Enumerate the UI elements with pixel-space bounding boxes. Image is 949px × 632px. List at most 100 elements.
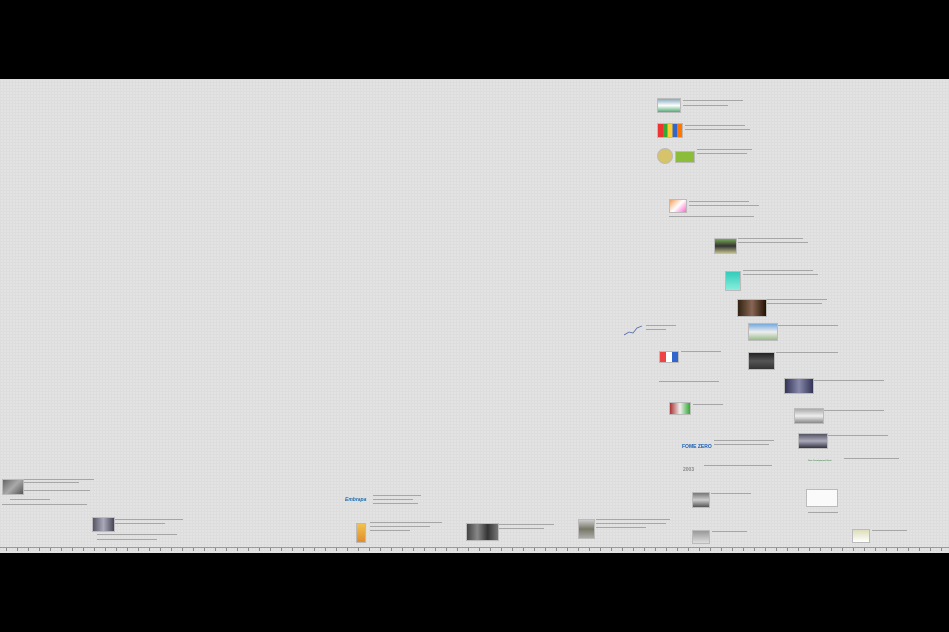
timeline-tick [688, 548, 689, 551]
timeline-tick [908, 548, 909, 551]
event-photo[interactable] [692, 530, 710, 544]
event-card[interactable] [657, 143, 757, 173]
event-card[interactable] [92, 512, 187, 546]
event-card[interactable]: New Development Bank [806, 452, 901, 477]
timeline-tick [644, 548, 645, 551]
event-card[interactable] [624, 319, 679, 341]
timeline-tick [215, 548, 216, 551]
event-photo[interactable] [669, 199, 687, 213]
event-photo[interactable] [2, 479, 24, 495]
event-card[interactable] [737, 294, 832, 319]
timeline-tick [501, 548, 502, 551]
timeline-tick [611, 548, 612, 551]
event-card[interactable] [852, 524, 912, 546]
timeline-tick [864, 548, 865, 551]
timeline-tick [226, 548, 227, 551]
timeline-tick [831, 548, 832, 551]
event-photo[interactable] [657, 98, 681, 113]
event-photo[interactable] [659, 351, 679, 363]
event-photo[interactable] [852, 529, 870, 543]
timeline-tick [655, 548, 656, 551]
timeline-tick [754, 548, 755, 551]
timeline-tick [149, 548, 150, 551]
event-photo[interactable] [784, 378, 814, 394]
event-photo[interactable] [669, 402, 691, 415]
event-card[interactable] [578, 514, 672, 547]
timeline-tick [633, 548, 634, 551]
timeline-tick [237, 548, 238, 551]
event-card[interactable] [748, 319, 843, 344]
timeline-tick [391, 548, 392, 551]
timeline-tick [875, 548, 876, 551]
timeline-tick [490, 548, 491, 551]
letterbox-top [0, 0, 949, 79]
event-photo[interactable] [798, 433, 828, 449]
timeline-tick [303, 548, 304, 551]
timeline-tick [699, 548, 700, 551]
timeline-tick [17, 548, 18, 551]
event-card[interactable] [784, 374, 894, 399]
event-photo[interactable] [748, 323, 778, 341]
timeline-tick [105, 548, 106, 551]
event-photo[interactable] [578, 519, 595, 539]
timeline-tick [259, 548, 260, 551]
timeline-canvas[interactable]: Embrapa FOME ZERO 2003 New Development B… [0, 79, 949, 553]
event-photo[interactable] [692, 492, 710, 508]
brics-logo[interactable] [657, 123, 683, 138]
timeline-tick [138, 548, 139, 551]
event-photo[interactable] [92, 517, 115, 532]
timeline-tick [677, 548, 678, 551]
timeline-tick [193, 548, 194, 551]
timeline-tick [369, 548, 370, 551]
event-card[interactable] [466, 519, 558, 547]
event-photo[interactable] [356, 523, 366, 543]
timeline-tick [479, 548, 480, 551]
event-card[interactable] [725, 264, 820, 294]
timeline-tick [358, 548, 359, 551]
timeline-tick [248, 548, 249, 551]
event-card[interactable] [657, 93, 752, 113]
event-card[interactable] [692, 487, 757, 512]
timeline-tick [545, 548, 546, 551]
event-photo[interactable] [748, 352, 775, 370]
timeline-tick [897, 548, 898, 551]
timeline-tick [281, 548, 282, 551]
letterbox-bottom [0, 553, 949, 632]
event-photo[interactable] [466, 523, 499, 541]
timeline-tick [204, 548, 205, 551]
year-2003-logo: 2003 [683, 467, 695, 473]
timeline-tick [61, 548, 62, 551]
timeline-tick [171, 548, 172, 551]
timeline-tick [787, 548, 788, 551]
timeline-tick [666, 548, 667, 551]
event-card[interactable] [657, 119, 752, 139]
event-photo[interactable] [794, 408, 824, 424]
event-card[interactable] [748, 347, 843, 372]
timeline-tick [721, 548, 722, 551]
event-card[interactable] [352, 519, 444, 547]
event-card[interactable] [806, 484, 886, 524]
event-card[interactable] [692, 525, 752, 547]
timeline-tick [556, 548, 557, 551]
event-photo[interactable] [714, 238, 737, 254]
timeline-tick [842, 548, 843, 551]
timeline-tick [28, 548, 29, 551]
au-emblem[interactable] [657, 148, 673, 164]
event-photo[interactable] [737, 299, 767, 317]
timeline-tick [820, 548, 821, 551]
event-card[interactable] [657, 345, 737, 395]
event-card[interactable] [714, 233, 809, 259]
event-card[interactable] [669, 397, 749, 417]
event-card[interactable] [798, 429, 898, 449]
timeline-tick [853, 548, 854, 551]
event-card[interactable] [2, 473, 97, 513]
timeline-tick [160, 548, 161, 551]
event-card[interactable] [794, 404, 894, 424]
event-card[interactable] [667, 194, 762, 228]
event-photo[interactable] [806, 489, 838, 507]
event-photo[interactable] [725, 271, 741, 291]
timeline-tick [325, 548, 326, 551]
event-card[interactable]: 2003 [680, 459, 775, 487]
nepad-logo[interactable] [675, 151, 695, 163]
timeline-tick [765, 548, 766, 551]
